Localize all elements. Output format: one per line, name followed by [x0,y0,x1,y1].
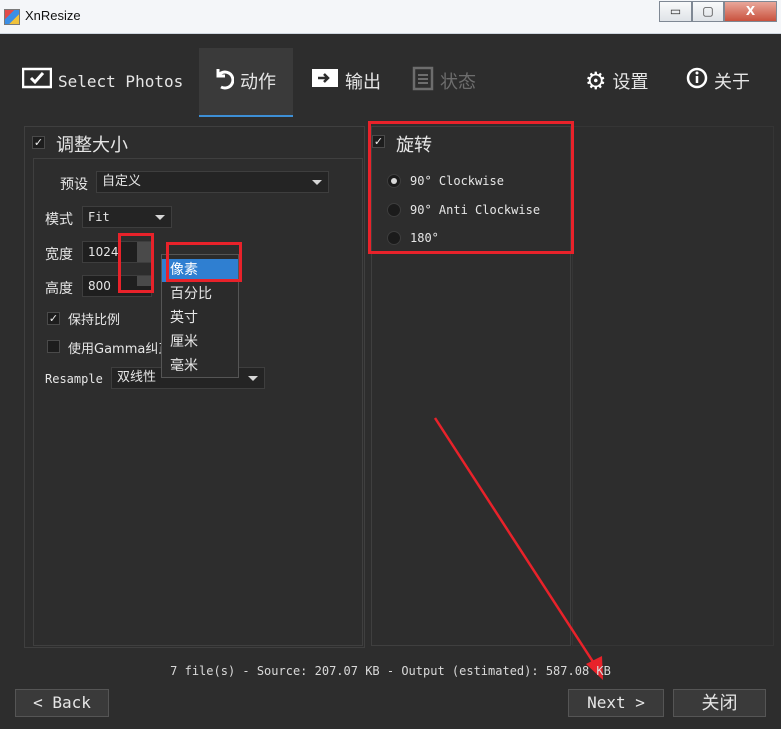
chevron-down-icon [312,180,322,185]
preset-label: 预设 [60,177,88,193]
tab-settings-label: 设置 [612,72,649,92]
keep-ratio-checkbox[interactable]: ✓ [47,312,60,325]
minimize-button[interactable]: ▭ [659,1,692,22]
unit-option-inch[interactable]: 英寸 [162,307,238,330]
select-photos-icon [21,66,53,96]
close-button[interactable]: 关闭 [673,689,766,717]
tab-settings[interactable]: ⚙ 设置 [585,64,649,98]
mode-label: 模式 [45,212,73,228]
maximize-button[interactable]: ▢ [692,1,724,22]
tab-select-photos[interactable]: Select Photos [21,64,184,98]
output-icon [311,67,339,95]
rotate-option-ccw-radio[interactable] [387,203,401,217]
resample-value: 双线性 [117,370,157,385]
annotation-arrow [433,417,603,680]
tab-action[interactable]: 动作 [212,64,276,98]
chevron-down-icon [248,376,258,381]
app-window: XnResize ▭ ▢ X Select Photos 动作 输出 状态 ⚙ … [0,0,781,729]
back-button[interactable]: < Back [15,689,109,717]
width-decrease-button[interactable] [137,252,151,262]
unit-option-percent[interactable]: 百分比 [162,283,238,306]
resize-inner-panel [33,158,363,646]
width-value: 1024 [88,245,119,259]
keep-ratio-label: 保持比例 [68,313,121,328]
tab-output-label: 输出 [345,72,381,92]
mode-select[interactable]: Fit [82,206,172,228]
unit-option-mm[interactable]: 毫米 [162,355,238,378]
resample-label: Resample [45,372,103,386]
rotate-option-ccw-label: 90° Anti Clockwise [410,203,541,217]
unit-dropdown-list: 像素 百分比 英寸 厘米 毫米 [161,254,239,378]
tab-output[interactable]: 输出 [311,64,381,98]
mode-value: Fit [88,210,110,224]
gamma-label: 使用Gamma纠正 [68,342,172,357]
resize-title: 调整大小 [56,135,128,156]
preset-select[interactable]: 自定义 [96,171,329,193]
rotate-option-cw-radio[interactable] [387,174,401,188]
app-logo-icon [4,9,20,25]
rotate-checkbox[interactable]: ✓ [372,135,385,148]
window-title: XnResize [25,8,81,23]
height-increase-button[interactable] [137,276,151,286]
tab-select-photos-label: Select Photos [58,71,184,91]
rotate-option-180-label: 180° [410,231,439,245]
rotate-title: 旋转 [396,135,432,156]
width-label: 宽度 [45,247,73,263]
gear-icon: ⚙ [585,67,607,95]
tab-status[interactable]: 状态 [412,64,476,98]
width-increase-button[interactable] [137,242,151,252]
height-label: 高度 [45,281,73,297]
resize-checkbox[interactable]: ✓ [32,136,45,149]
rotate-option-cw-label: 90° Clockwise [410,174,504,188]
status-icon [412,65,434,97]
unit-option-cm[interactable]: 厘米 [162,331,238,354]
next-button[interactable]: Next > [568,689,664,717]
rotate-option-180-radio[interactable] [387,231,401,245]
tab-about[interactable]: 关于 [686,64,750,98]
tab-action-label: 动作 [240,72,276,92]
tab-about-label: 关于 [714,72,750,92]
gamma-checkbox[interactable] [47,340,60,353]
tab-status-label: 状态 [440,72,476,92]
height-value: 800 [88,279,111,293]
title-bar: XnResize ▭ ▢ X [0,0,781,34]
close-window-button[interactable]: X [724,1,777,22]
unit-option-pixel[interactable]: 像素 [162,259,238,282]
info-icon [686,67,708,95]
chevron-down-icon [155,215,165,220]
status-text: 7 file(s) - Source: 207.07 KB - Output (… [170,664,611,678]
action-icon [212,65,235,97]
preset-value: 自定义 [102,174,142,189]
